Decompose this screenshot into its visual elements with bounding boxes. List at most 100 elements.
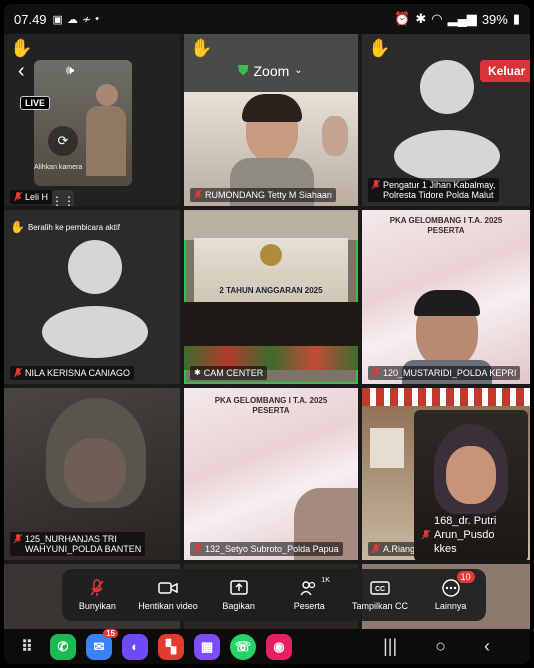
- participant-tile-self[interactable]: ✋ ‹ 🕪 LIVE ⟳ Alihkan kamera Leli H ⋮⋮: [4, 34, 180, 206]
- participant-tile-nila[interactable]: ✋ Beralih ke pembicara aktif NILA KERISN…: [4, 210, 180, 384]
- share-screen-icon: [229, 579, 248, 597]
- participant-name: 132_Setyo Subroto_Polda Papua: [190, 542, 343, 556]
- participants-button[interactable]: 1K Peserta: [275, 577, 343, 611]
- zoom-title[interactable]: ⛊ Zoom ⌄: [238, 62, 303, 79]
- participant-name: NILA KERISNA CANIAGO: [10, 366, 135, 380]
- app-drawer-icon[interactable]: ⠿: [14, 634, 40, 660]
- muted-mic-icon: [372, 368, 380, 378]
- stop-video-label: Hentikan video: [138, 601, 198, 611]
- participants-icon: 1K: [300, 577, 330, 597]
- system-nav-buttons: ||| ○ ‹: [383, 636, 520, 657]
- dot-icon: •: [95, 13, 100, 25]
- wall-poster: [370, 428, 404, 468]
- pka-subtitle: PESERTA: [427, 226, 465, 235]
- more-label: Lainnya: [434, 601, 467, 611]
- shield-check-icon: ⛊: [238, 62, 249, 78]
- cc-icon: CC: [370, 579, 390, 597]
- avatar-body-icon: [394, 130, 500, 182]
- meeting-toolbar: Bunyikan Hentikan video Bagikan 1K Peser…: [62, 569, 486, 621]
- participant-name: Pengatur 1 Jihan Kabalmay, Polresta Tido…: [368, 178, 500, 202]
- participants-label: Peserta: [293, 601, 325, 611]
- avatar-head-icon: [68, 240, 122, 294]
- video-camera-icon: [158, 579, 178, 597]
- raised-hand-icon: ✋: [190, 38, 213, 58]
- person-hair: [242, 94, 302, 122]
- messages-app-icon[interactable]: ✉ 15: [86, 628, 118, 660]
- camera-app-icon[interactable]: ◉: [266, 633, 292, 660]
- browser-app-icon[interactable]: ◐: [122, 633, 148, 660]
- participant-tile-cam-center[interactable]: 2 TAHUN ANGGARAN 2025 ✱ CAM CENTER: [184, 210, 358, 384]
- pka-title: PKA GELOMBANG I T.A. 2025: [389, 216, 503, 225]
- alarm-icon: ⏰: [394, 11, 411, 26]
- switch-camera-icon[interactable]: ⟳: [48, 126, 78, 156]
- switch-speaker-hint[interactable]: ✋ Beralih ke pembicara aktif: [10, 220, 120, 234]
- cloud-icon: ☁: [66, 13, 78, 26]
- home-icon[interactable]: ○: [435, 636, 446, 657]
- leave-button[interactable]: Keluar: [480, 60, 530, 82]
- raised-hand-icon: ✋: [10, 38, 33, 58]
- banner-decoration: [362, 388, 530, 406]
- notification-icons: ▣ ☁ ≁ •: [53, 13, 99, 26]
- unmute-button[interactable]: Bunyikan: [63, 579, 131, 611]
- captions-button[interactable]: CC Tampilkan CC: [346, 579, 414, 611]
- chevron-down-icon: ⌄: [294, 65, 303, 76]
- more-badge: 10: [456, 571, 475, 583]
- muted-mic-icon: [422, 530, 430, 540]
- pin-icon: ✱: [194, 368, 201, 377]
- battery-icon: ▮: [512, 11, 520, 26]
- participant-name: 120_MUSTARIDI_POLDA KEPRI: [368, 366, 521, 380]
- pka-title: PKA GELOMBANG I T.A. 2025: [214, 396, 328, 405]
- avatar-body-icon: [42, 306, 148, 358]
- whatsapp-app-icon[interactable]: ☏: [230, 633, 256, 660]
- status-bar: 07.49 ▣ ☁ ≁ • ⏰ ✱ ◠ ▂▄▆ 39% ▮: [4, 4, 530, 34]
- stop-video-button[interactable]: Hentikan video: [134, 579, 202, 611]
- svg-text:CC: CC: [375, 586, 385, 593]
- phone-app-icon[interactable]: ✆: [50, 633, 76, 660]
- participant-name: 125_NURHANJAS TRI WAHYUNI_POLDA BANTEN: [10, 532, 146, 556]
- recent-apps-icon[interactable]: |||: [383, 636, 397, 657]
- raised-hand-icon: ✋: [368, 38, 391, 58]
- background-person: [322, 116, 348, 156]
- signal-off-icon: ≁: [81, 13, 92, 26]
- more-dots-icon: [441, 579, 460, 597]
- back-arrow-icon[interactable]: ‹: [18, 60, 25, 83]
- live-badge: LIVE: [20, 96, 51, 110]
- share-button[interactable]: Bagikan: [205, 579, 273, 611]
- participant-tile-mustaridi[interactable]: PKA GELOMBANG I T.A. 2025 PESERTA 120_MU…: [362, 210, 530, 384]
- more-button[interactable]: 10 Lainnya: [417, 571, 485, 611]
- raised-hand-icon: ✋: [10, 220, 25, 234]
- participant-tile-rumondang[interactable]: ✋ ⛊ Zoom ⌄ RUMONDANG Tetty M Siahaan: [184, 34, 358, 206]
- person-head-icon: [96, 84, 118, 106]
- bluetooth-icon: ✱: [415, 11, 427, 26]
- emblem-icon: [260, 244, 282, 266]
- muted-mic-icon: [14, 534, 22, 544]
- clock: 07.49: [14, 11, 47, 27]
- person-body-icon: [86, 106, 126, 176]
- muted-mic-icon: [90, 579, 104, 597]
- grid-menu-icon[interactable]: ⋮⋮: [51, 190, 75, 206]
- battery-percent: 39%: [481, 11, 508, 27]
- floating-video-putri[interactable]: 168_dr. Putri Arun_Pusdo kkes: [414, 410, 528, 562]
- muted-mic-icon: [372, 180, 380, 190]
- participant-tile-jihan[interactable]: ✋ Keluar Pengatur 1 Jihan Kabalmay, Polr…: [362, 34, 530, 206]
- muted-mic-icon: [194, 190, 202, 200]
- share-label: Bagikan: [222, 601, 255, 611]
- participant-tile-setyo[interactable]: PKA GELOMBANG I T.A. 2025 PESERTA 132_Se…: [184, 388, 358, 560]
- switch-camera-label: Alihkan kamera: [34, 164, 83, 171]
- muted-mic-icon: [14, 368, 22, 378]
- stage-banner-text: 2 TAHUN ANGGARAN 2025: [219, 286, 323, 295]
- system-indicators: ⏰ ✱ ◠ ▂▄▆ 39% ▮: [394, 11, 520, 27]
- messages-badge: 15: [103, 628, 118, 638]
- apps-folder-icon[interactable]: ▦: [194, 633, 220, 660]
- speaker-icon[interactable]: 🕪: [66, 62, 74, 78]
- cell-signal-icon: ▂▄▆: [447, 11, 477, 26]
- muted-mic-icon: [372, 544, 380, 554]
- muted-mic-icon: [14, 192, 22, 202]
- muted-mic-icon: [194, 544, 202, 554]
- flipboard-app-icon[interactable]: ▚: [158, 633, 184, 660]
- stage-banner: 2 TAHUN ANGGARAN 2025: [194, 238, 348, 302]
- participant-tile-nurhanjas[interactable]: 125_NURHANJAS TRI WAHYUNI_POLDA BANTEN: [4, 388, 180, 560]
- person-face: [446, 446, 496, 504]
- back-icon[interactable]: ‹: [484, 636, 490, 657]
- zoom-meeting-screen: 07.49 ▣ ☁ ≁ • ⏰ ✱ ◠ ▂▄▆ 39% ▮ ✋ ‹ 🕪 LIVE…: [4, 4, 530, 664]
